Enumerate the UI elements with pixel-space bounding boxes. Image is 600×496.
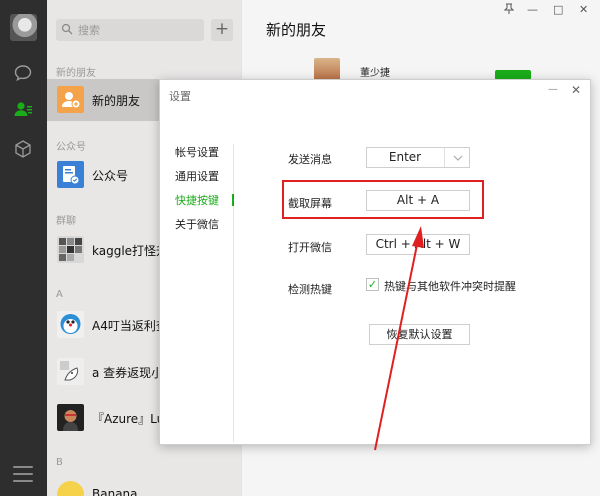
red-arrow-annotation — [374, 226, 424, 451]
